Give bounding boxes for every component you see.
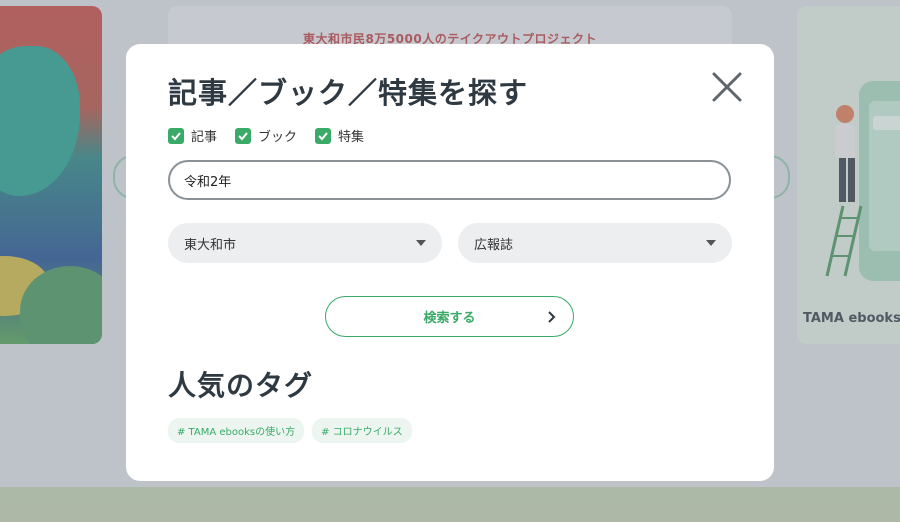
popular-tags-title: 人気のタグ <box>168 369 314 402</box>
tag-chip[interactable]: # TAMA ebooksの使い方 <box>168 418 305 443</box>
modal-title: 記事／ブック／特集を探す <box>168 76 529 110</box>
close-button[interactable] <box>710 70 744 104</box>
chevron-down-icon <box>706 240 716 246</box>
checkbox-articles[interactable]: 記事 <box>168 126 217 145</box>
area-select-value: 東大和市 <box>184 237 237 253</box>
chevron-right-icon <box>548 311 556 323</box>
content-type-filters: 記事 ブック 特集 <box>168 126 364 145</box>
search-button-label: 検索する <box>423 311 476 326</box>
checkbox-books[interactable]: ブック <box>235 126 297 145</box>
checkbox-checked-icon[interactable] <box>168 127 184 144</box>
search-button[interactable]: 検索する <box>325 296 574 337</box>
area-select[interactable]: 東大和市 <box>168 223 442 263</box>
popular-tags: # TAMA ebooksの使い方 # コロナウイルス <box>168 418 412 443</box>
checkbox-label: 特集 <box>338 130 365 145</box>
type-select[interactable]: 広報誌 <box>458 223 732 263</box>
checkbox-checked-icon[interactable] <box>235 127 252 144</box>
type-select-value: 広報誌 <box>474 237 514 253</box>
checkbox-features[interactable]: 特集 <box>315 126 364 145</box>
checkbox-label: 記事 <box>191 130 218 145</box>
checkbox-checked-icon[interactable] <box>315 127 332 144</box>
search-input[interactable] <box>168 160 731 200</box>
close-icon <box>712 72 742 102</box>
chevron-down-icon <box>416 240 426 246</box>
checkbox-label: ブック <box>258 130 298 145</box>
search-modal: 記事／ブック／特集を探す 記事 ブック 特集 東大和市 <box>126 44 774 481</box>
tag-chip[interactable]: # コロナウイルス <box>312 418 412 443</box>
